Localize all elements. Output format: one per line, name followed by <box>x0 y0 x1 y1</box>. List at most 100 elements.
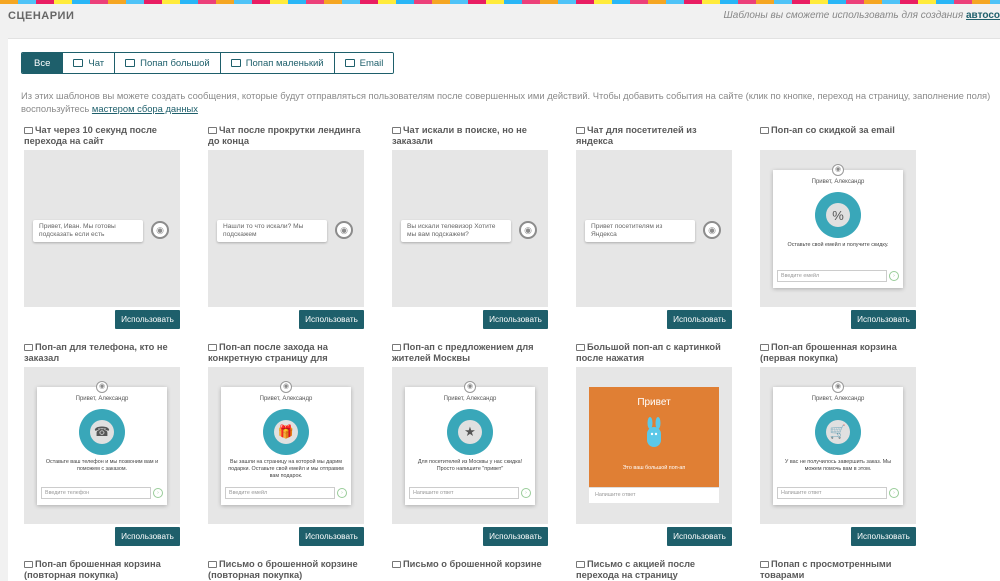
template-card: Письмо с акцией после перехода на страни… <box>576 559 732 581</box>
card-title: Поп-ап брошенная корзина (первая покупка… <box>760 342 916 364</box>
template-preview: Вы искали телевизор Хотите мы вам подска… <box>392 150 548 307</box>
template-card: Поп-ап после захода на конкретную страни… <box>208 342 364 546</box>
tab-label: Попап большой <box>140 57 210 69</box>
card-title: Поп-ап после захода на конкретную страни… <box>208 342 364 364</box>
bunny-avatar-icon: ◉ <box>519 221 537 239</box>
window-icon <box>230 59 241 67</box>
tab-4[interactable]: Email <box>333 53 394 73</box>
card-title-text: Письмо о брошенной корзине <box>403 559 542 569</box>
send-icon: › <box>889 488 899 498</box>
use-template-button[interactable]: Использовать <box>115 310 180 329</box>
card-title: Поп-ап со скидкой за email <box>760 125 916 147</box>
template-card: Письмо о брошенной корзине (повторная по… <box>208 559 364 581</box>
illustration-icon: 🎁 <box>274 420 298 444</box>
use-template-button[interactable]: Использовать <box>299 310 364 329</box>
popup-input: Введите емейл <box>225 487 335 499</box>
chat-icon <box>24 127 33 134</box>
send-icon: › <box>153 488 163 498</box>
popup-illustration: ★ <box>447 409 493 455</box>
card-title-text: Чат для посетителей из яндекса <box>576 125 697 146</box>
card-title-text: Поп-ап со скидкой за email <box>771 125 895 135</box>
use-template-button[interactable]: Использовать <box>483 310 548 329</box>
use-template-button[interactable]: Использовать <box>851 527 916 546</box>
card-title-text: Письмо о брошенной корзине (повторная по… <box>208 559 358 580</box>
big-popup-input: Напишите ответ <box>589 487 719 503</box>
top-hint: Шаблоны вы сможете использовать для созд… <box>724 10 1000 21</box>
popup-illustration: 🎁 <box>263 409 309 455</box>
card-title: Чат для посетителей из яндекса <box>576 125 732 147</box>
template-card: Большой поп-ап с картинкой после нажатия… <box>576 342 732 546</box>
description: Из этих шаблонов вы можете создать сообщ… <box>21 89 1000 115</box>
use-template-button[interactable]: Использовать <box>667 527 732 546</box>
template-preview: Привет посетителям из Яндекса ◉ <box>576 150 732 307</box>
popup-text: У вас не получилось завершить заказ. Мы … <box>784 459 892 472</box>
illustration-icon: ★ <box>458 420 482 444</box>
card-title-text: Поп-ап брошенная корзина (первая покупка… <box>760 342 897 363</box>
window-icon <box>760 344 769 351</box>
bunny-avatar-icon: ◉ <box>280 381 292 393</box>
use-template-button[interactable]: Использовать <box>667 310 732 329</box>
chat-bubble: Привет, Иван. Мы готовы подсказать если … <box>33 220 143 242</box>
template-card: Поп-ап брошенная корзина (повторная поку… <box>24 559 180 581</box>
bunny-avatar-icon: ◉ <box>832 381 844 393</box>
window-icon <box>576 561 585 568</box>
card-title: Письмо с акцией после перехода на страни… <box>576 559 732 581</box>
card-title: Поп-ап брошенная корзина (повторная поку… <box>24 559 180 581</box>
card-title-text: Чат через 10 секунд после перехода на са… <box>24 125 157 146</box>
popup-greeting: Привет, Александр <box>811 396 865 402</box>
chat-icon <box>392 127 401 134</box>
template-preview: ◉ Привет, Александр ☎ Оставьте ваш телефон … <box>24 367 180 524</box>
send-icon: › <box>889 271 899 281</box>
use-template-button[interactable]: Использовать <box>851 310 916 329</box>
tab-0[interactable]: Все <box>22 53 63 73</box>
window-icon <box>24 344 33 351</box>
use-template-button[interactable]: Использовать <box>483 527 548 546</box>
bunny-avatar-icon: ◉ <box>832 164 844 176</box>
template-preview: ◉ Привет, Александр% Оставьте свой емейл и… <box>760 150 916 307</box>
card-title: Чат после прокрутки лендинга до конца <box>208 125 364 147</box>
tab-label: Чат <box>88 57 105 69</box>
tab-label: Email <box>359 57 384 69</box>
popup-greeting: Привет, Александр <box>259 396 313 402</box>
chat-icon <box>576 127 585 134</box>
popup-preview: ◉ Привет, Александр ☎ Оставьте ваш телефон … <box>37 381 167 505</box>
card-title-text: Чат после прокрутки лендинга до конца <box>208 125 361 146</box>
card-title: Поп-ап для телефона, кто не заказал <box>24 342 180 364</box>
window-icon <box>392 561 401 568</box>
use-template-button[interactable]: Использовать <box>299 527 364 546</box>
popup-preview: ◉ Привет, Александр ★ Для посетителей из Мо… <box>405 381 535 505</box>
template-preview: ◉ Привет, Александр 🎁 Вы зашли на страницу … <box>208 367 364 524</box>
tab-3[interactable]: Попап маленький <box>219 53 334 73</box>
popup-input: Напишите ответ <box>409 487 519 499</box>
send-icon: › <box>521 488 531 498</box>
big-popup-text: Это ваш большой поп-ап <box>622 465 686 471</box>
chat-bubble: Вы искали телевизор Хотите мы вам подска… <box>401 220 511 242</box>
template-card: Поп-ап для телефона, кто не заказал ◉ Прив… <box>24 342 180 546</box>
card-title: Большой поп-ап с картинкой после нажатия <box>576 342 732 364</box>
card-title-text: Поп-ап с предложением для жителей Москвы <box>392 342 534 363</box>
data-wizard-link[interactable]: мастером сбора данных <box>92 103 198 114</box>
popup-input: Введите телефон <box>41 487 151 499</box>
template-preview: Привет Это ваш большой поп-ап Напишите отв… <box>576 367 732 524</box>
popup-text: Оставьте свой емейл и получите скидку. <box>787 242 889 248</box>
illustration-icon: % <box>826 203 850 227</box>
template-card: Попап с просмотренными товарами <box>760 559 916 581</box>
template-card: Поп-ап брошенная корзина (первая покупка… <box>760 342 916 546</box>
template-preview: ◉ Привет, Александр 🛒 У вас не получилось з… <box>760 367 916 524</box>
page-title: СЦЕНАРИИ <box>8 10 75 22</box>
popup-preview: ◉ Привет, Александр 🛒 У вас не получилось з… <box>773 381 903 505</box>
top-hint-link[interactable]: автосо <box>966 10 1000 21</box>
card-title: Поп-ап с предложением для жителей Москвы <box>392 342 548 364</box>
popup-illustration: 🛒 <box>815 409 861 455</box>
card-title-text: Письмо с акцией после перехода на страни… <box>576 559 696 580</box>
template-card: Чат через 10 секунд после перехода на са… <box>24 125 180 329</box>
window-icon <box>760 127 769 134</box>
popup-text: Для посетителей из Москвы у нас скидка! … <box>417 459 523 472</box>
card-title-text: Поп-ап после захода на конкретную страни… <box>208 342 328 363</box>
use-template-button[interactable]: Использовать <box>115 527 180 546</box>
tab-1[interactable]: Чат <box>62 53 115 73</box>
popup-illustration: % <box>815 192 861 238</box>
tab-2[interactable]: Попап большой <box>114 53 220 73</box>
card-title-text: Поп-ап брошенная корзина (повторная поку… <box>24 559 161 580</box>
popup-text: Оставьте ваш телефон и мы позвоним вам и… <box>45 459 159 472</box>
